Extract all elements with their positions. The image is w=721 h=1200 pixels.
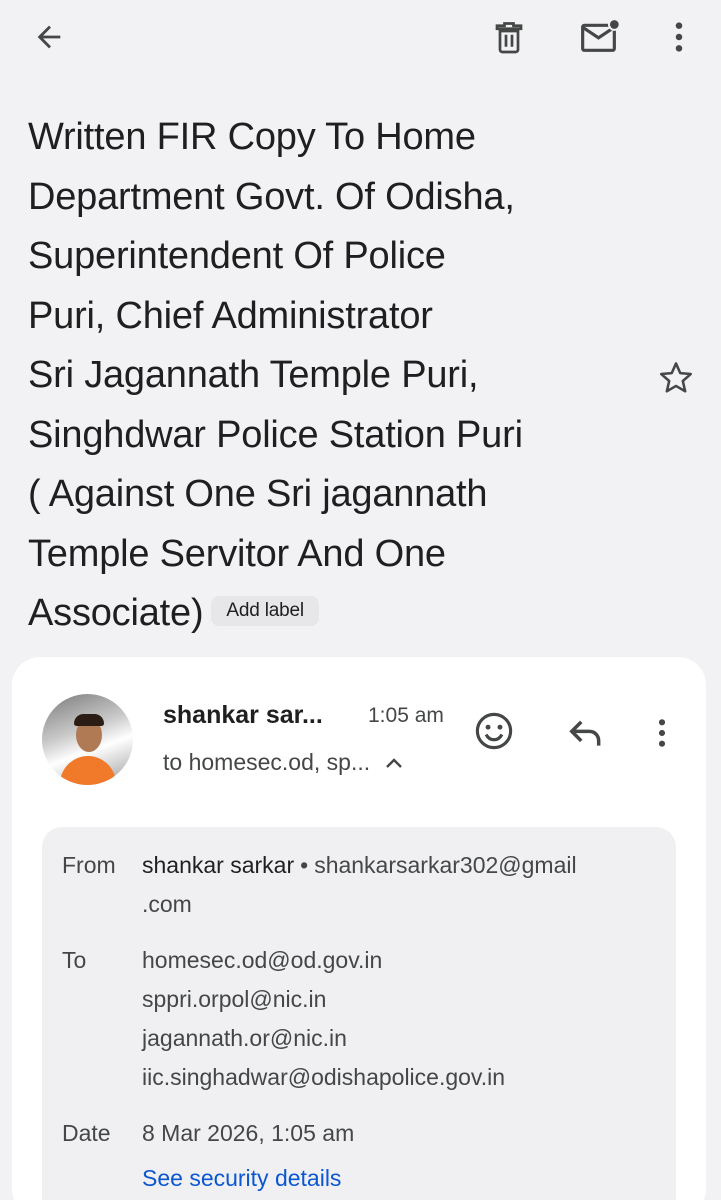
from-label: From <box>62 852 116 878</box>
reply-button[interactable] <box>560 707 612 759</box>
subject-line: Written FIR Copy To Home <box>28 116 476 158</box>
arrow-back-icon <box>37 25 61 49</box>
add-label-chip[interactable]: Add label <box>211 595 319 626</box>
recipients-summary: to homesec.od, sp... <box>163 749 371 775</box>
mark-unread-button[interactable] <box>574 12 628 62</box>
subject-line: Superintendent Of Police <box>28 235 446 277</box>
recipients-toggle[interactable]: to homesec.od, sp... <box>163 749 404 776</box>
more-options-button[interactable] <box>656 12 702 62</box>
to-address[interactable]: jagannath.or@nic.in <box>142 1019 662 1058</box>
message-more-button[interactable] <box>644 707 680 759</box>
from-value: shankar sarkar • shankarsarkar302@gmail .c… <box>142 846 662 924</box>
subject-line: Temple Servitor And One <box>28 532 446 575</box>
subject-line-last: Associate) Add label <box>28 584 628 644</box>
more-vert-icon <box>658 719 666 747</box>
security-details-link[interactable]: See security details <box>142 1165 341 1192</box>
star-outline-icon <box>660 362 692 393</box>
to-label: To <box>62 947 87 973</box>
to-list: homesec.od@od.gov.in sppri.orpol@nic.in … <box>142 941 662 1097</box>
to-address[interactable]: homesec.od@od.gov.in <box>142 941 662 980</box>
mail-unread-icon <box>581 18 621 52</box>
email-subject: Written FIR Copy To Home Department Govt… <box>28 108 628 644</box>
from-email-continued[interactable]: .com <box>142 891 192 917</box>
more-vert-icon <box>675 22 683 52</box>
emoji-icon <box>475 712 513 750</box>
back-button[interactable] <box>20 14 78 60</box>
top-app-bar <box>0 0 721 76</box>
chevron-up-icon <box>386 757 402 768</box>
subject-line: Puri, Chief Administrator <box>28 294 433 337</box>
date-value: 8 Mar 2026, 1:05 am <box>142 1120 355 1146</box>
from-email[interactable]: shankarsarkar302@gmail <box>314 852 576 878</box>
separator-dot: • <box>300 852 309 878</box>
subject-line: Department Govt. Of Odisha, <box>28 175 515 218</box>
trash-icon <box>495 22 523 54</box>
subject-line: ( Against One Sri jagannath <box>28 473 488 515</box>
message-details-panel: From shankar sarkar • shankarsarkar302@gma… <box>42 827 676 1200</box>
to-address[interactable]: sppri.orpol@nic.in <box>142 980 662 1019</box>
message-time: 1:05 am <box>368 704 444 727</box>
reply-icon <box>569 720 601 746</box>
date-label: Date <box>62 1120 111 1146</box>
delete-button[interactable] <box>484 12 534 62</box>
add-reaction-button[interactable] <box>468 705 520 757</box>
to-address[interactable]: iic.singhadwar@odishapolice.gov.in <box>142 1058 662 1097</box>
subject-line: Associate) <box>28 592 204 634</box>
star-button[interactable] <box>650 352 702 404</box>
subject-line: Sri Jagannath Temple Puri, <box>28 354 479 396</box>
from-name: shankar sarkar <box>142 852 295 878</box>
sender-name[interactable]: shankar sar... <box>163 701 323 730</box>
message-card: shankar sar... 1:05 am to homesec.od, sp… <box>12 657 706 1200</box>
avatar[interactable] <box>42 694 133 785</box>
subject-line: Singhdwar Police Station Puri <box>28 413 523 456</box>
